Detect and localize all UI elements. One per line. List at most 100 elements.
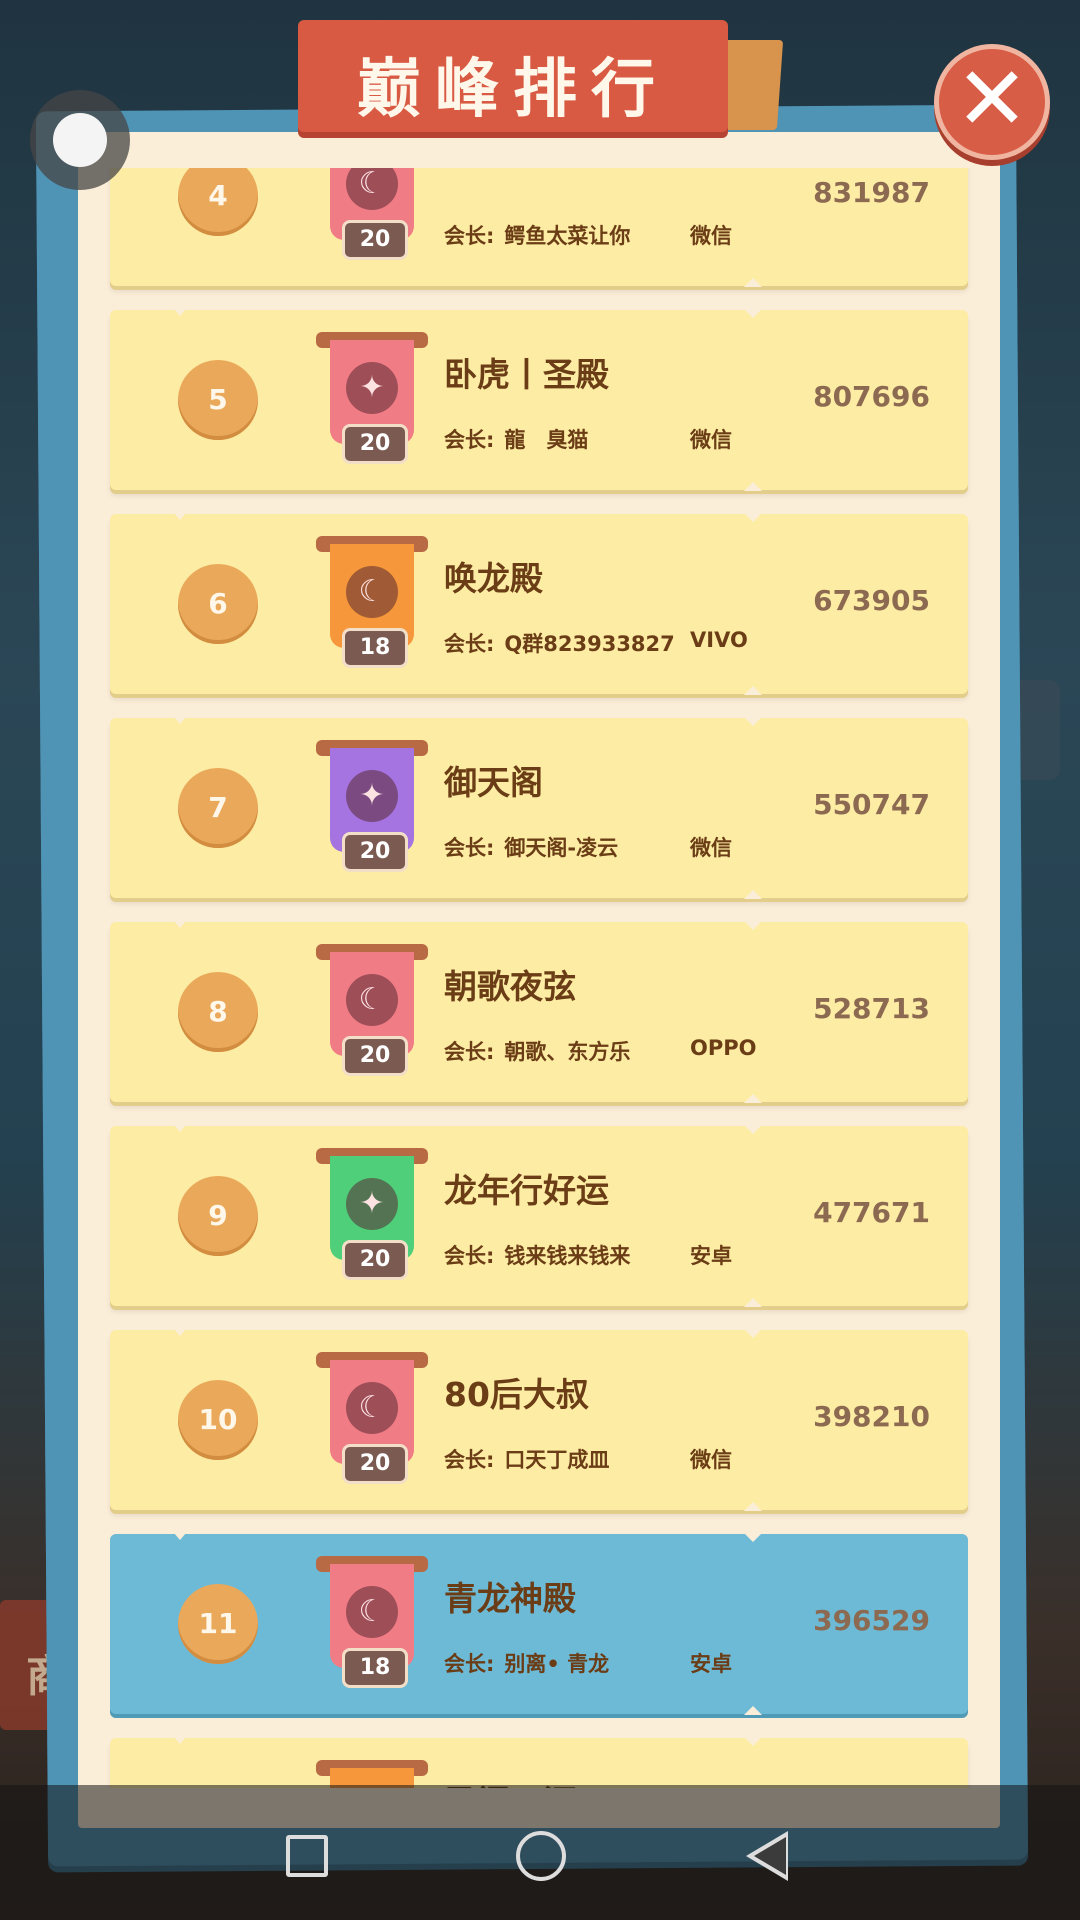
rank-badge: 10 [178, 1380, 258, 1460]
row-notch [744, 309, 762, 318]
ranking-row[interactable]: ✦ 勇闯天涯 会长: [110, 1737, 968, 1788]
floating-assist-button[interactable] [30, 90, 130, 190]
leader-name: 口天丁成皿 [504, 1448, 610, 1472]
row-notch [744, 717, 762, 726]
leader-label: 会长: [444, 632, 495, 656]
crescent-icon: ☾ [346, 566, 398, 618]
guild-leader: 会长: 钱来钱来钱来 [444, 1240, 630, 1270]
leader-label: 会长: [444, 224, 495, 248]
eagle-icon: ✦ [346, 362, 398, 414]
leader-label: 会长: [444, 1652, 495, 1676]
guild-banner: ✦ [316, 1760, 428, 1788]
ranking-row[interactable]: 6 ☾ 18 唤龙殿 会长: Q群823933827 VIVO 673905 [110, 513, 968, 695]
leader-label: 会长: [444, 1448, 495, 1472]
home-icon[interactable] [516, 1831, 566, 1881]
leader-platform: 安卓 [690, 1244, 732, 1268]
back-icon[interactable] [746, 1831, 788, 1881]
leader-label: 会长: [444, 428, 495, 452]
row-notch [174, 921, 186, 928]
row-notch [744, 513, 762, 522]
row-notch [174, 717, 186, 724]
row-notch [744, 686, 762, 695]
guild-level: 20 [342, 832, 408, 872]
recent-apps-icon[interactable] [286, 1835, 328, 1877]
guild-name: 龙年行好运 [444, 1171, 609, 1210]
leader-label: 会长: [444, 1040, 495, 1064]
ranking-row[interactable]: 5 ✦ 20 卧虎丨圣殿 会长: 龍 臭猫 微信 807696 [110, 309, 968, 491]
guild-level: 20 [342, 424, 408, 464]
row-notch [174, 513, 186, 520]
ranking-row[interactable]: 11 ☾ 18 青龙神殿 会长: 别离• 青龙 安卓 396529 [110, 1533, 968, 1715]
guild-name: 青龙神殿 [444, 1579, 576, 1618]
rank-badge: 11 [178, 1584, 258, 1664]
crescent-icon: ☾ [346, 1586, 398, 1638]
rank-badge: 4 [178, 168, 258, 236]
guild-leader: 会长: 御天阁-凌云 [444, 832, 618, 862]
guild-banner: ✦ 20 [316, 1148, 428, 1280]
guild-score: 528713 [813, 992, 930, 1025]
guild-leader: 会长: 口天丁成皿 [444, 1444, 609, 1474]
guild-leader: 会长: 龍 臭猫 [444, 424, 588, 454]
crescent-icon: ☾ [346, 974, 398, 1026]
guild-name: 80后大叔 [444, 1375, 589, 1414]
row-notch [744, 1094, 762, 1103]
guild-banner: ☾ 20 [316, 168, 428, 260]
row-notch [174, 1533, 186, 1540]
guild-score: 807696 [813, 380, 930, 413]
row-notch [744, 482, 762, 491]
eagle-icon: ✦ [346, 770, 398, 822]
guild-leader: 会长: 别离• 青龙 [444, 1648, 609, 1678]
guild-leader: 会长: 鳄鱼太菜让你 [444, 220, 630, 250]
guild-banner: ✦ 20 [316, 332, 428, 464]
close-button[interactable]: ✕ [934, 44, 1050, 160]
guild-score: 831987 [813, 176, 930, 209]
rank-badge: 9 [178, 1176, 258, 1256]
guild-score: 550747 [813, 788, 930, 821]
leader-platform: 微信 [690, 836, 732, 860]
guild-level: 20 [342, 1240, 408, 1280]
guild-score: 396529 [813, 1604, 930, 1637]
guild-level: 20 [342, 1036, 408, 1076]
row-notch [744, 1502, 762, 1511]
guild-level: 18 [342, 628, 408, 668]
leader-label: 会长: [444, 836, 495, 860]
row-notch [744, 1329, 762, 1338]
leader-platform: VIVO [690, 628, 748, 652]
page-title: 巅峰排行 [357, 53, 669, 127]
row-notch [744, 921, 762, 930]
guild-name: 卧虎丨圣殿 [444, 355, 609, 394]
ranking-list[interactable]: 4 ☾ 20 会长: 鳄鱼太菜让你 微信 831987 5 ✦ 20 卧虎丨圣殿 … [78, 168, 1000, 1788]
ranking-row[interactable]: 4 ☾ 20 会长: 鳄鱼太菜让你 微信 831987 [110, 168, 968, 287]
guild-name: 御天阁 [444, 763, 543, 802]
leader-platform: 安卓 [690, 1652, 732, 1676]
rank-badge: 7 [178, 768, 258, 848]
ranking-row[interactable]: 8 ☾ 20 朝歌夜弦 会长: 朝歌、东方乐 OPPO 528713 [110, 921, 968, 1103]
ranking-row[interactable]: 10 ☾ 20 80后大叔 会长: 口天丁成皿 微信 398210 [110, 1329, 968, 1511]
leader-name: 别离• 青龙 [504, 1652, 610, 1676]
ranking-row[interactable]: 9 ✦ 20 龙年行好运 会长: 钱来钱来钱来 安卓 477671 [110, 1125, 968, 1307]
leader-name: 朝歌、东方乐 [504, 1040, 631, 1064]
row-notch [174, 309, 186, 316]
row-notch [744, 1125, 762, 1134]
guild-score: 477671 [813, 1196, 930, 1229]
rank-badge: 8 [178, 972, 258, 1052]
leader-name: Q群823933827 [504, 632, 675, 656]
guild-banner: ☾ 20 [316, 1352, 428, 1484]
row-notch [174, 1125, 186, 1132]
guild-level: 18 [342, 1648, 408, 1688]
leader-name: 御天阁-凌云 [504, 836, 619, 860]
leader-platform: OPPO [690, 1036, 757, 1060]
row-notch [744, 278, 762, 287]
guild-banner: ✦ 20 [316, 740, 428, 872]
title-ribbon: 巅峰排行 [298, 20, 728, 132]
guild-leader: 会长: Q群823933827 [444, 628, 675, 658]
guild-name: 唤龙殿 [444, 559, 543, 598]
row-notch [744, 1298, 762, 1307]
row-notch [744, 1533, 762, 1542]
row-notch [744, 890, 762, 899]
leader-name: 鳄鱼太菜让你 [504, 224, 631, 248]
system-navigation-bar [0, 1785, 1080, 1920]
row-notch [174, 1737, 186, 1744]
ranking-row[interactable]: 7 ✦ 20 御天阁 会长: 御天阁-凌云 微信 550747 [110, 717, 968, 899]
guild-level: 20 [342, 1444, 408, 1484]
